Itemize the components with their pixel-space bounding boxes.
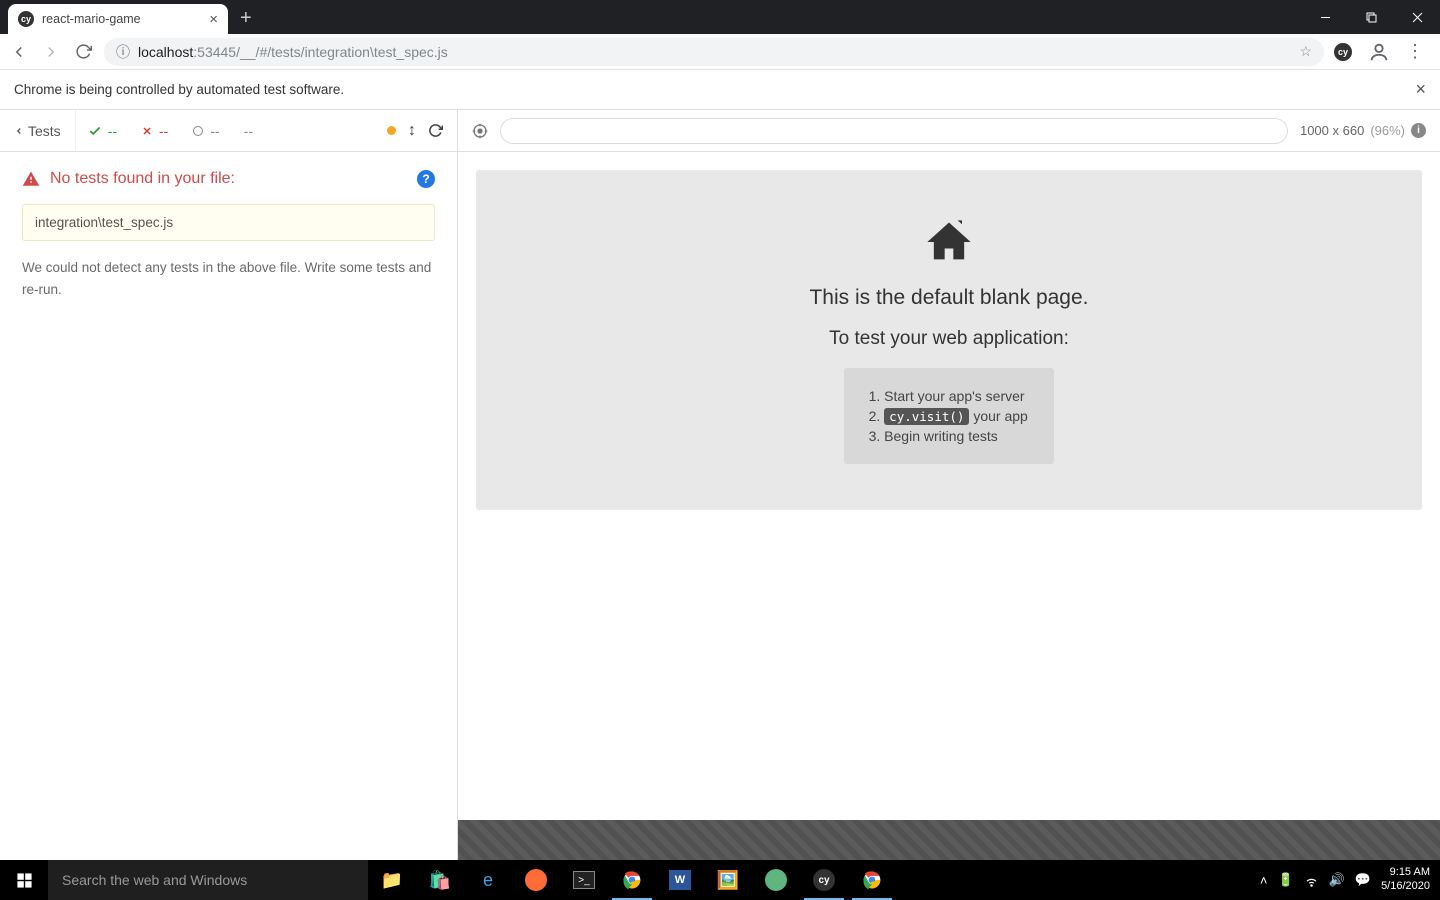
auto-scroll-icon[interactable]: ↕ (408, 122, 416, 140)
aut-blank-page: This is the default blank page. To test … (476, 170, 1422, 510)
tab-title: react-mario-game (42, 12, 141, 26)
home-icon (923, 216, 975, 268)
blank-page-subheading: To test your web application: (829, 328, 1069, 350)
chrome-icon[interactable] (608, 860, 656, 900)
duration: -- (232, 110, 265, 151)
step-1: Start your app's server (884, 388, 1028, 404)
app-preview-panel: 1000 x 660 (96%) i This is the default b… (458, 110, 1440, 860)
reporter-toolbar: Tests -- -- -- -- ↕ (0, 110, 457, 152)
windows-taskbar: Search the web and Windows 📁 🛍️ e >_ W 🖼… (0, 860, 1440, 900)
selector-playground-icon[interactable] (472, 123, 488, 139)
rerun-button[interactable] (428, 123, 443, 138)
edge-icon[interactable]: e (464, 860, 512, 900)
close-tab-icon[interactable]: × (209, 12, 218, 27)
reload-button[interactable] (72, 41, 94, 63)
tray-wifi-icon[interactable] (1304, 873, 1319, 888)
help-icon[interactable]: ? (417, 170, 435, 188)
tray-chevron-icon[interactable]: ˄ (1260, 873, 1268, 888)
preview-toolbar: 1000 x 660 (96%) i (458, 110, 1440, 152)
code-snippet: cy.visit() (884, 408, 969, 425)
blank-page-heading: This is the default blank page. (809, 286, 1088, 310)
tray-clock[interactable]: 9:15 AM 5/16/2020 (1381, 866, 1430, 894)
pass-count: -- (76, 110, 129, 151)
new-tab-button[interactable]: + (240, 7, 252, 30)
status-dot-icon (387, 126, 396, 135)
bookmark-star-icon[interactable]: ☆ (1299, 43, 1312, 60)
terminal-icon[interactable]: >_ (560, 860, 608, 900)
tray-volume-icon[interactable]: 🔊 (1329, 872, 1345, 888)
browser-tab-strip: cy react-mario-game × + (0, 0, 1440, 34)
blank-page-steps: Start your app's server cy.visit() your … (844, 368, 1054, 464)
step-2: cy.visit() your app (884, 408, 1028, 424)
warning-icon (22, 170, 40, 188)
atom-icon[interactable] (752, 860, 800, 900)
cypress-runner: Tests -- -- -- -- ↕ No tests found in yo… (0, 110, 1440, 860)
back-button[interactable] (8, 41, 30, 63)
site-info-icon[interactable]: ⓘ (116, 42, 130, 62)
info-icon: i (1411, 123, 1426, 138)
error-description: We could not detect any tests in the abo… (22, 257, 435, 300)
extension-cypress-icon[interactable]: cy (1334, 43, 1352, 61)
start-button[interactable] (0, 860, 48, 900)
infobar-close-icon[interactable]: × (1415, 79, 1426, 100)
pending-count: -- (180, 110, 231, 151)
tray-battery-icon[interactable]: 🔋 (1278, 872, 1294, 888)
maximize-button[interactable] (1348, 0, 1394, 34)
forward-button[interactable] (40, 41, 62, 63)
browser-toolbar: ⓘ localhost:53445/__/#/tests/integration… (0, 34, 1440, 70)
step-3: Begin writing tests (884, 428, 1028, 444)
spec-file-path: integration\test_spec.js (22, 204, 435, 241)
tray-notifications-icon[interactable]: 💬 (1355, 872, 1371, 888)
preview-footer-stripe (458, 820, 1440, 860)
browser-tab[interactable]: cy react-mario-game × (8, 4, 228, 34)
reporter-sidebar: Tests -- -- -- -- ↕ No tests found in yo… (0, 110, 458, 860)
chrome-icon-2[interactable] (848, 860, 896, 900)
system-tray: ˄ 🔋 🔊 💬 9:15 AM 5/16/2020 (1260, 866, 1440, 894)
aut-url-display[interactable] (500, 118, 1288, 144)
store-icon[interactable]: 🛍️ (416, 860, 464, 900)
close-window-button[interactable] (1394, 0, 1440, 34)
taskbar-apps: 📁 🛍️ e >_ W 🖼️ cy (368, 860, 896, 900)
postman-icon[interactable] (512, 860, 560, 900)
viewport-info[interactable]: 1000 x 660 (96%) i (1300, 123, 1426, 138)
cypress-app-icon[interactable]: cy (800, 860, 848, 900)
taskbar-search[interactable]: Search the web and Windows (48, 860, 368, 900)
photos-icon[interactable]: 🖼️ (704, 860, 752, 900)
infobar-message: Chrome is being controlled by automated … (14, 82, 344, 97)
file-explorer-icon[interactable]: 📁 (368, 860, 416, 900)
url-text: localhost:53445/__/#/tests/integration\t… (138, 44, 448, 60)
tests-back-button[interactable]: Tests (0, 110, 76, 151)
automation-infobar: Chrome is being controlled by automated … (0, 70, 1440, 110)
fail-count: -- (129, 110, 180, 151)
minimize-button[interactable] (1302, 0, 1348, 34)
kebab-menu-icon[interactable]: ⋮ (1406, 41, 1424, 62)
word-icon[interactable]: W (656, 860, 704, 900)
no-tests-error-heading: No tests found in your file: ? (22, 170, 435, 188)
profile-icon[interactable] (1368, 41, 1390, 63)
address-bar[interactable]: ⓘ localhost:53445/__/#/tests/integration… (104, 38, 1324, 66)
cypress-favicon-icon: cy (18, 11, 34, 27)
window-controls (1302, 0, 1440, 34)
